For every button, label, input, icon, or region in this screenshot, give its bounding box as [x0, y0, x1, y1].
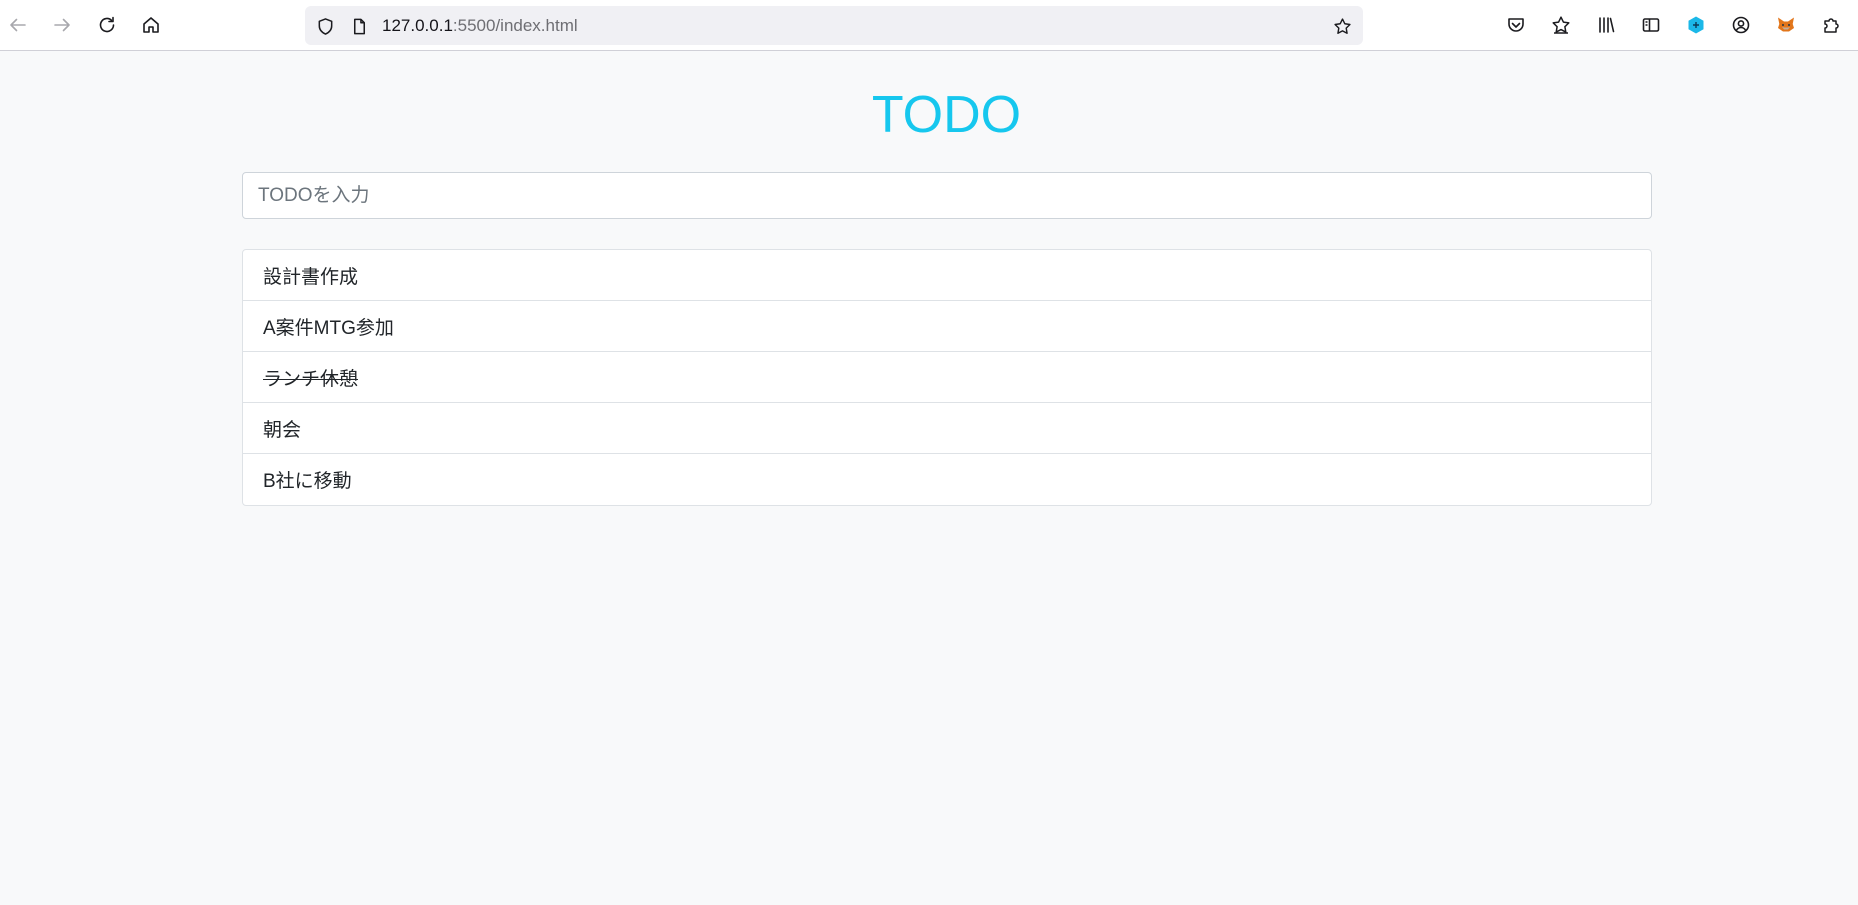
page-title: TODO: [871, 86, 1022, 144]
pocket-button[interactable]: [1500, 9, 1532, 41]
todo-item[interactable]: 設計書作成: [243, 250, 1651, 301]
puzzle-icon: [1824, 18, 1839, 33]
todo-item-completed[interactable]: ランチ休憩: [243, 352, 1651, 403]
todo-text: A案件MTG参加: [263, 317, 394, 339]
bookmarks-star-icon: [1552, 16, 1570, 34]
todo-input[interactable]: [242, 172, 1652, 219]
reload-button[interactable]: [91, 9, 123, 41]
todo-item[interactable]: A案件MTG参加: [243, 301, 1651, 352]
fox-icon: [1778, 17, 1794, 32]
browser-toolbar: 127.0.0.1:5500/index.html: [0, 0, 1858, 51]
star-icon[interactable]: [1331, 15, 1353, 37]
account-icon: [1732, 16, 1750, 34]
todo-list: 設計書作成 A案件MTG参加 ランチ休憩 朝会 B社に移動: [242, 249, 1652, 506]
url-bar[interactable]: 127.0.0.1:5500/index.html: [305, 6, 1363, 45]
todo-text: ランチ休憩: [263, 368, 359, 390]
library-button[interactable]: [1590, 9, 1622, 41]
home-button[interactable]: [135, 9, 167, 41]
arrow-left-icon: [10, 18, 26, 32]
shield-icon[interactable]: [314, 15, 336, 37]
pocket-icon: [1508, 18, 1524, 32]
url-path: :5500/index.html: [452, 16, 578, 35]
library-icon: [1599, 17, 1615, 33]
back-button[interactable]: [2, 9, 34, 41]
todo-text: B社に移動: [263, 471, 352, 492]
cube-extension-button[interactable]: [1680, 9, 1712, 41]
todo-text: 設計書作成: [263, 266, 359, 288]
reload-icon: [99, 16, 115, 33]
todo-item[interactable]: B社に移動: [243, 454, 1651, 505]
todo-item[interactable]: 朝会: [243, 403, 1651, 454]
sidebar-icon: [1642, 18, 1660, 32]
url-host: 127.0.0.1: [382, 16, 453, 35]
cube-extension-icon: [1688, 16, 1704, 34]
bookmarks-menu-button[interactable]: [1545, 9, 1577, 41]
account-button[interactable]: [1725, 9, 1757, 41]
page-icon[interactable]: [348, 15, 370, 37]
sidebar-button[interactable]: [1635, 9, 1667, 41]
url-text[interactable]: 127.0.0.1:5500/index.html: [382, 15, 578, 37]
metamask-button[interactable]: [1770, 9, 1802, 41]
extensions-button[interactable]: [1816, 9, 1848, 41]
forward-button[interactable]: [46, 9, 78, 41]
todo-text: 朝会: [263, 419, 302, 441]
home-icon: [143, 17, 159, 33]
arrow-right-icon: [54, 18, 70, 32]
